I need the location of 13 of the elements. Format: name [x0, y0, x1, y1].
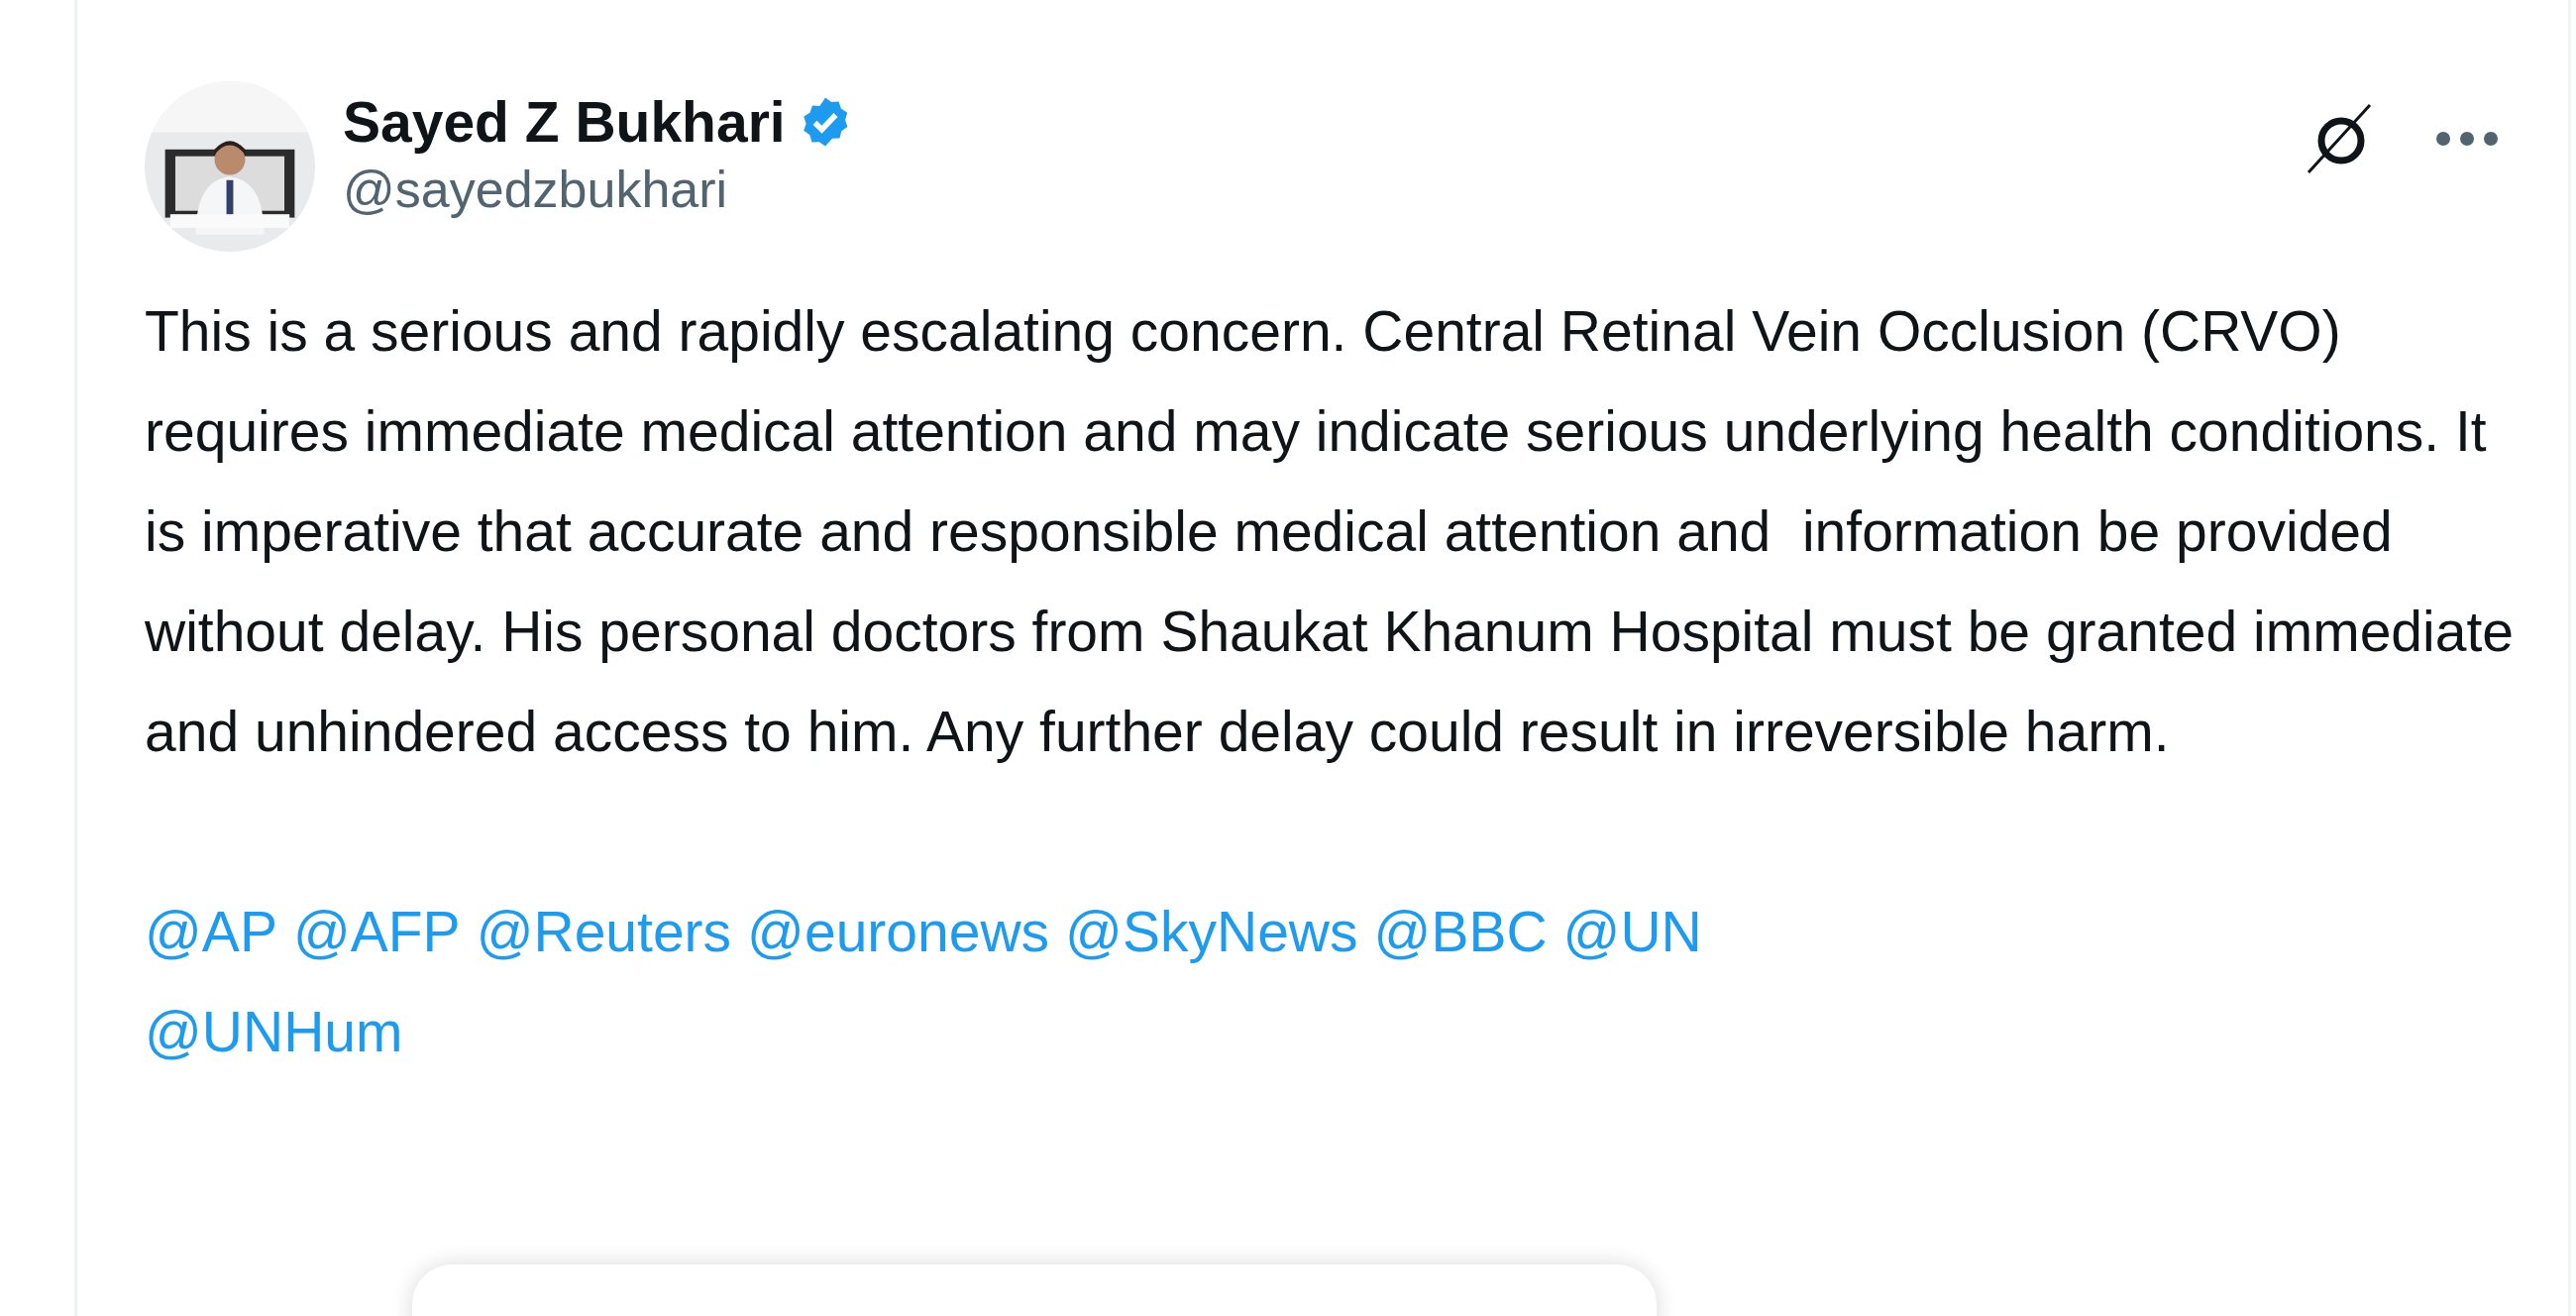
mention-link[interactable]: @SkyNews	[1065, 882, 1358, 982]
mention-link[interactable]: @BBC	[1373, 882, 1548, 982]
author-handle[interactable]: @sayedzbukhari	[343, 157, 853, 222]
mention-link[interactable]: @Reuters	[476, 882, 732, 982]
mention-link[interactable]: @UN	[1562, 882, 1702, 982]
mention-link[interactable]: @UNHum	[145, 982, 403, 1082]
slashed-circle-icon[interactable]	[2305, 103, 2374, 174]
tweet-text: This is a serious and rapidly escalating concern. Central Retinal Vein Occlusion (CRVO) requires immediate medical attention and may indicate serious underlying health conditions. It is imperative that accurate and responsible medical attention and information be provided without delay. His personal doctors from Shaukat Khanum Hospital must be granted immediate and unhindered access to him. Any further delay could result in irreversible harm.	[145, 298, 2515, 765]
mention-link[interactable]: @AFP	[292, 882, 461, 982]
more-icon[interactable]	[2435, 131, 2499, 147]
mention-link[interactable]: @AP	[145, 882, 277, 982]
author-name[interactable]: Sayed Z Bukhari	[343, 87, 786, 157]
mention-link[interactable]: @euronews	[747, 882, 1050, 982]
